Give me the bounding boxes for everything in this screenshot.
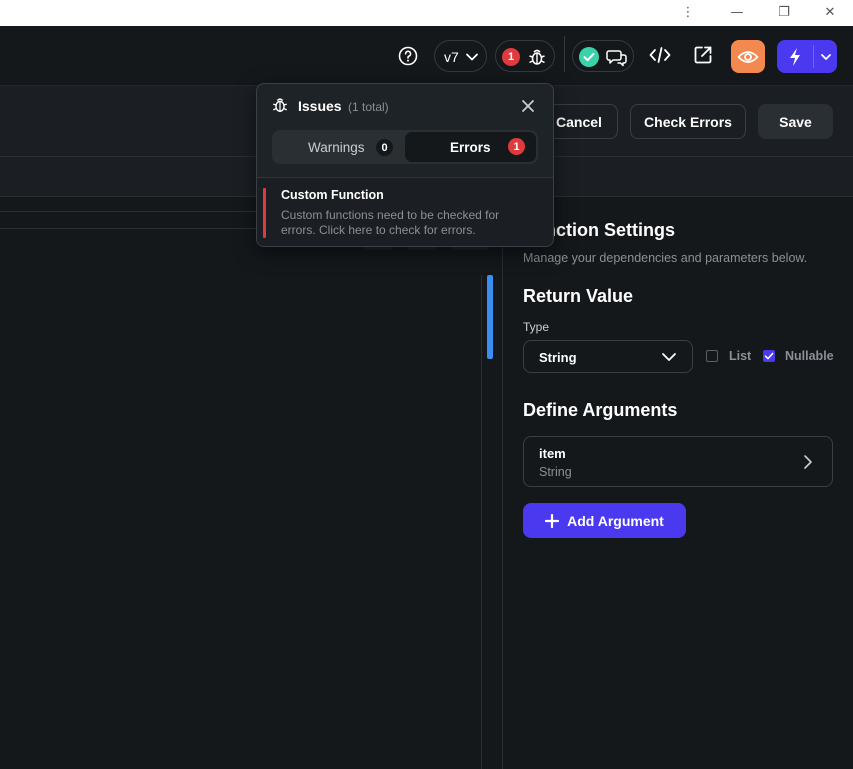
list-checkbox[interactable] [706,350,718,362]
editor-scrollbar[interactable] [487,275,493,359]
code-icon [649,47,671,63]
plus-icon [545,513,560,528]
editor-gutter-line [481,275,482,769]
argument-name: item [539,446,566,461]
issue-description-line: Custom functions need to be checked for [281,208,500,222]
window-close-button[interactable]: ✕ [820,3,840,23]
window-minimize-button[interactable]: — [727,3,747,23]
issue-description: Custom functions need to be checked for … [281,208,499,238]
close-icon[interactable] [521,99,535,113]
toolbar-divider [564,36,565,72]
window-menu-button[interactable]: ⋮ [678,3,698,23]
open-external-button[interactable] [690,42,716,68]
question-circle-icon [398,46,418,66]
top-toolbar: v7 1 [0,26,853,86]
issues-filter-toggle: Warnings 0 Errors 1 [272,130,538,164]
add-argument-button[interactable]: Add Argument [523,503,686,538]
run-options-button[interactable] [814,40,837,73]
chat-bubbles-icon [606,50,627,67]
version-label: v7 [444,49,459,65]
type-label: Type [523,320,550,334]
bug-icon [272,98,288,113]
list-label: List [729,349,752,363]
return-type-value: String [539,350,577,365]
issue-title: Custom Function [281,188,384,202]
check-errors-button[interactable]: Check Errors [630,104,746,139]
chevron-right-icon [804,455,812,469]
issues-popup-title: Issues [298,98,342,114]
return-value-title: Return Value [523,286,634,306]
lightning-icon [790,47,800,66]
return-type-select[interactable]: String [523,340,693,373]
collaboration-button[interactable] [572,40,634,72]
issues-button[interactable]: 1 [495,40,555,72]
issue-description-line: errors. Click here to check for errors. [281,223,476,237]
errors-label: Errors [450,140,491,155]
eye-icon [737,50,759,63]
bug-icon [529,49,545,65]
function-settings-subtitle: Manage your dependencies and parameters … [523,251,808,265]
warnings-count-badge: 0 [376,139,393,156]
nullable-checkbox[interactable] [763,350,775,362]
help-button[interactable] [396,44,420,68]
chevron-down-icon [466,53,478,61]
warnings-label: Warnings [308,140,365,155]
tab-errors[interactable]: Errors 1 [405,132,536,162]
errors-count-badge: 1 [508,138,525,155]
tab-warnings[interactable]: Warnings 0 [272,130,405,164]
version-selector[interactable]: v7 [434,40,487,72]
save-button[interactable]: Save [758,104,833,139]
external-link-icon [694,46,712,64]
preview-button[interactable] [731,40,765,73]
window-restore-button[interactable]: ❐ [774,3,794,23]
run-button-group [777,40,837,73]
window-titlebar: ⋮ — ❐ ✕ [0,0,853,26]
argument-item[interactable]: item String [523,436,833,487]
issues-popup: Issues (1 total) Warnings 0 Errors 1 Cus… [256,83,554,247]
checkmark-circle-icon [579,47,599,67]
add-argument-label: Add Argument [567,512,664,529]
argument-type: String [539,465,572,479]
checkmark-icon [764,352,774,360]
chevron-down-icon [662,353,676,361]
view-code-button[interactable] [647,42,673,68]
run-button[interactable] [777,40,813,73]
define-arguments-title: Define Arguments [523,400,678,420]
nullable-label: Nullable [785,349,834,363]
issues-count-badge: 1 [502,48,520,66]
issue-item[interactable]: Custom Function Custom functions need to… [257,177,553,246]
chevron-down-icon [820,53,831,60]
issues-total: (1 total) [348,100,389,114]
issue-severity-bar [263,188,266,238]
